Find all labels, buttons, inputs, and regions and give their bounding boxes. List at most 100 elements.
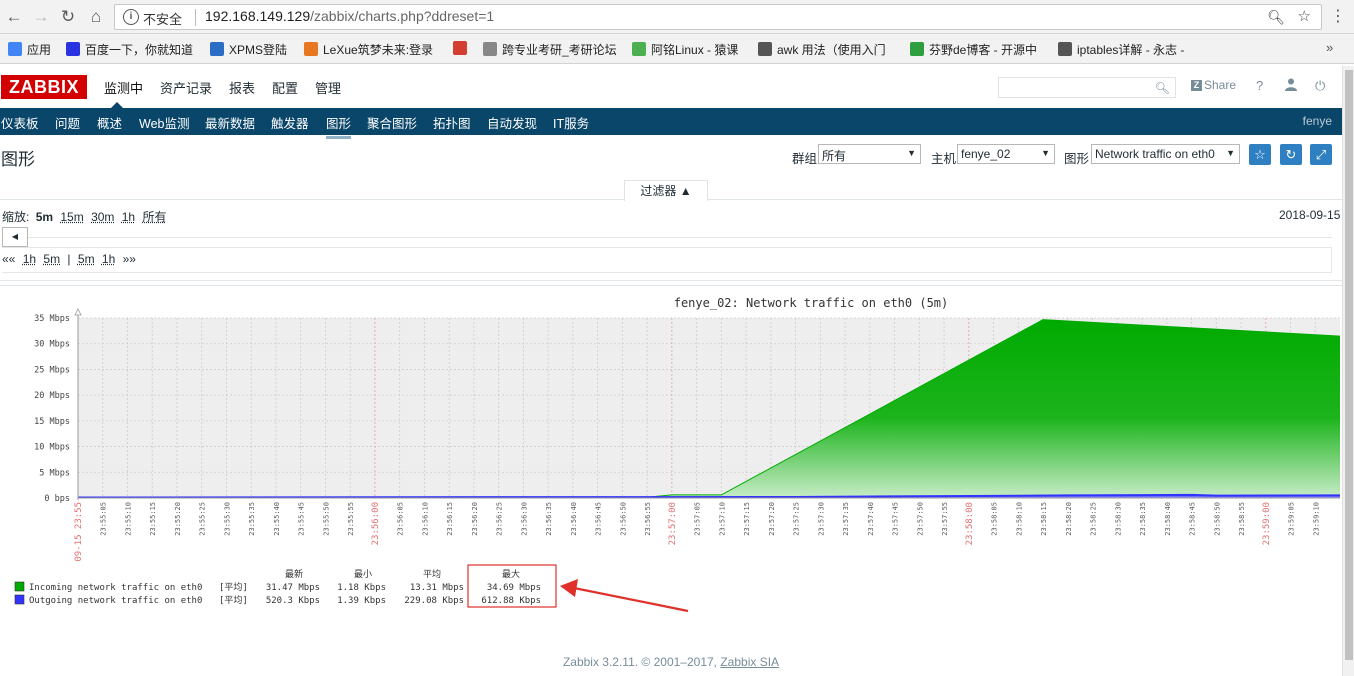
group-label: 群组 xyxy=(792,152,818,166)
search-input[interactable]: 🔍︎ xyxy=(998,77,1176,98)
subnav-item[interactable]: 最新数据 xyxy=(205,113,255,132)
nav-back-5m[interactable]: 5m xyxy=(43,252,60,266)
scrollbar-thumb[interactable] xyxy=(1345,70,1353,660)
bookmark-label: LeXue筑梦未来:登录 xyxy=(323,43,434,57)
chevron-down-icon: ▼ xyxy=(1041,148,1050,158)
bookmarks-overflow-icon[interactable]: » xyxy=(1326,40,1333,55)
user-profile-icon[interactable] xyxy=(1285,78,1297,94)
x-tick-label: 23:55:15 xyxy=(149,502,157,536)
zoom-15m[interactable]: 15m xyxy=(60,210,83,224)
bookmark-item[interactable]: 百度一下，你就知道 xyxy=(66,41,193,58)
bookmark-item[interactable]: 跨专业考研_考研论坛 xyxy=(483,41,617,58)
nav-fwd-1h[interactable]: 1h xyxy=(102,252,115,266)
logout-icon[interactable]: ⏻ xyxy=(1315,78,1325,94)
zoom-5m[interactable]: 5m xyxy=(36,210,53,224)
address-bar[interactable]: i 不安全 192.168.149.129/zabbix/charts.php?… xyxy=(114,4,1322,30)
page-title: 图形 xyxy=(1,150,35,169)
network-traffic-graph[interactable]: fenye_02: Network traffic on eth0 (5m) 3… xyxy=(0,286,1342,624)
menu-configuration[interactable]: 配置 xyxy=(272,78,298,97)
menu-inventory[interactable]: 资产记录 xyxy=(160,78,212,97)
menu-monitoring[interactable]: 监测中 xyxy=(104,78,143,97)
page-scrollbar[interactable] xyxy=(1342,66,1354,676)
menu-administration[interactable]: 管理 xyxy=(315,78,341,97)
subnav-item[interactable]: 聚合图形 xyxy=(367,113,417,132)
zoom-icon[interactable]: 🔍︎ xyxy=(1267,9,1285,26)
subnav-item[interactable]: 拓扑图 xyxy=(433,113,471,132)
legend-header: 最大 xyxy=(502,568,520,580)
sub-navigation: fenye 仪表板 问题 概述 Web监测 最新数据 触发器 图形 聚合图形 拓扑图 自动发现 IT… xyxy=(0,108,1342,139)
zoom-label: 缩放: xyxy=(2,210,30,224)
legend-header: 最新 xyxy=(285,568,303,580)
nav-forward-icon[interactable]: »» xyxy=(123,252,136,266)
info-icon[interactable]: i xyxy=(123,9,139,25)
favorite-star-button[interactable]: ☆ xyxy=(1249,144,1271,165)
browser-toolbar: ← → ↻ ⌂ i 不安全 192.168.149.129/zabbix/cha… xyxy=(0,0,1354,34)
zoom-row: 缩放: 5m 15m 30m 1h 所有 xyxy=(2,208,170,225)
help-icon[interactable]: ? xyxy=(1256,78,1263,93)
browser-menu-icon[interactable]: ⋮ xyxy=(1330,6,1346,26)
timeline-scrollbar[interactable] xyxy=(28,237,1332,238)
annotation-arrow xyxy=(560,579,689,613)
bookmark-label: 百度一下，你就知道 xyxy=(85,43,194,57)
group-select[interactable]: 所有 ▼ xyxy=(818,144,921,164)
bookmark-label: XPMS登陆 xyxy=(229,43,288,57)
arrow-head xyxy=(560,579,578,597)
refresh-button[interactable]: ↻ xyxy=(1280,144,1302,165)
forward-icon[interactable]: → xyxy=(31,7,51,27)
fullscreen-button[interactable]: ⤢ xyxy=(1310,144,1332,165)
graph-selected-value: Network traffic on eth0 xyxy=(1095,147,1215,161)
bookmark-item[interactable]: XPMS登陆 xyxy=(210,41,287,58)
period-navigation: «« 1h 5m | 5m 1h »» xyxy=(2,247,1332,273)
subnav-item[interactable]: 概述 xyxy=(97,113,122,132)
graph-select[interactable]: Network traffic on eth0 ▼ xyxy=(1091,144,1240,164)
subnav-item[interactable]: 触发器 xyxy=(271,113,309,132)
zoom-all[interactable]: 所有 xyxy=(142,210,166,224)
footer-link[interactable]: Zabbix SIA xyxy=(720,655,779,669)
home-icon[interactable]: ⌂ xyxy=(86,7,106,27)
scroll-left-button[interactable]: ◀ xyxy=(2,227,28,247)
subnav-item[interactable]: Web监测 xyxy=(139,113,189,132)
graph-title: fenye_02: Network traffic on eth0 (5m) xyxy=(674,296,949,310)
bookmark-item[interactable]: 阿铭Linux - 猿课 xyxy=(632,41,738,58)
x-tick-label: 23:58:55 xyxy=(1238,502,1246,536)
host-selected-value: fenye_02 xyxy=(961,147,1011,161)
zoom-1h[interactable]: 1h xyxy=(122,210,135,224)
bookmark-favicon-icon xyxy=(8,42,22,56)
filter-toggle-tab[interactable]: 过滤器 ▲ xyxy=(624,180,708,201)
host-select[interactable]: fenye_02 ▼ xyxy=(957,144,1055,164)
x-tick-label: 23:56:10 xyxy=(421,502,429,536)
zabbix-logo[interactable]: ZABBIX xyxy=(1,75,87,99)
subnav-item[interactable]: 图形 xyxy=(326,113,352,139)
bookmark-star-icon[interactable]: ☆ xyxy=(1298,7,1311,25)
x-tick-label: 23:55:35 xyxy=(248,502,256,536)
share-link[interactable]: Z Share xyxy=(1191,78,1236,92)
back-icon[interactable]: ← xyxy=(4,7,24,27)
nav-back-icon[interactable]: «« xyxy=(2,252,15,266)
bookmark-favicon-icon xyxy=(632,42,646,56)
subnav-item[interactable]: 自动发现 xyxy=(487,113,537,132)
footer-text: Zabbix 3.2.11. © 2001–2017, xyxy=(562,655,721,669)
x-tick-label: 23:55:55 xyxy=(347,502,355,536)
y-tick-label: 15 Mbps xyxy=(34,417,70,427)
zoom-30m[interactable]: 30m xyxy=(91,210,114,224)
search-icon[interactable]: 🔍︎ xyxy=(1155,81,1170,95)
menu-reports[interactable]: 报表 xyxy=(229,78,255,97)
reload-icon[interactable]: ↻ xyxy=(58,7,78,27)
y-tick-label: 10 Mbps xyxy=(34,443,70,453)
subnav-item[interactable]: 仪表板 xyxy=(1,113,39,132)
subnav-item[interactable]: 问题 xyxy=(55,113,80,132)
bookmark-label: 芬野de博客 - 开源中 xyxy=(929,43,1038,57)
bookmark-item[interactable]: iptables详解 - 永志 - xyxy=(1058,41,1184,58)
bookmark-item[interactable]: 芬野de博客 - 开源中 xyxy=(910,41,1037,58)
bookmark-item[interactable]: awk 用法（使用入门 xyxy=(758,41,886,58)
subnav-item[interactable]: IT服务 xyxy=(553,113,589,132)
bookmark-item[interactable] xyxy=(453,41,472,56)
nav-back-1h[interactable]: 1h xyxy=(23,252,36,266)
bookmark-item[interactable]: 应用 xyxy=(8,41,51,58)
x-tick-label: 23:56:15 xyxy=(446,502,454,536)
bookmark-item[interactable]: LeXue筑梦未来:登录 xyxy=(304,41,433,58)
url-text[interactable]: 192.168.149.129/zabbix/charts.php?ddrese… xyxy=(205,8,494,24)
nav-fwd-5m[interactable]: 5m xyxy=(78,252,95,266)
legend-cell: 1.18 Kbps xyxy=(337,583,386,593)
legend-cell: 229.08 Kbps xyxy=(404,596,464,606)
